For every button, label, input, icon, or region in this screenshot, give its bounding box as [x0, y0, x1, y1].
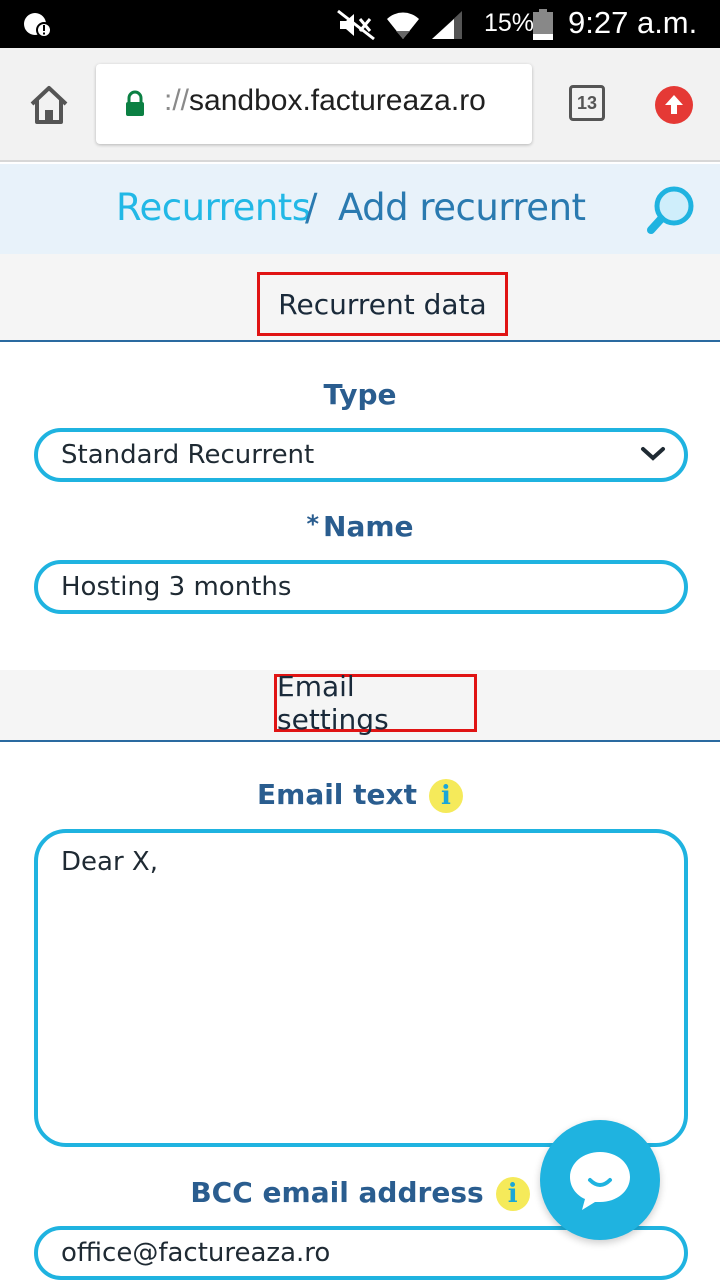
address-bar[interactable]: ://sandbox.factureaza.ro	[96, 64, 532, 144]
name-input[interactable]: Hosting 3 months	[34, 560, 688, 614]
email-text-textarea[interactable]: Dear X,	[34, 829, 688, 1147]
home-icon[interactable]	[26, 82, 72, 128]
battery-icon	[533, 9, 553, 40]
name-input-value: Hosting 3 months	[61, 572, 292, 602]
info-icon[interactable]: i	[495, 1177, 530, 1211]
info-icon[interactable]: i	[428, 779, 463, 813]
bcc-label-text: BCC email address	[190, 1176, 484, 1209]
section-email-settings: Email settings	[0, 670, 720, 742]
email-text-label-text: Email text	[257, 778, 417, 811]
breadcrumb-recurrents-link[interactable]: Recurrents	[116, 186, 311, 229]
chat-icon	[570, 1152, 630, 1210]
url-scheme: ://	[164, 84, 190, 117]
type-label: Type	[0, 378, 720, 411]
url-text: ://sandbox.factureaza.ro	[164, 84, 486, 118]
type-label-text: Type	[323, 378, 397, 411]
section-recurrent-data: Recurrent data	[0, 254, 720, 342]
section-title-recurrent-data: Recurrent data	[257, 272, 508, 336]
search-icon[interactable]	[646, 184, 698, 236]
section-title-email-settings: Email settings	[274, 670, 477, 736]
signal-icon	[432, 11, 462, 39]
page-title: Add recurrent	[338, 186, 586, 229]
battery-percent: 15%	[484, 9, 535, 37]
email-text-label: Email text i	[0, 778, 720, 813]
email-text-value: Dear X,	[61, 847, 158, 877]
alert-icon	[24, 13, 52, 38]
lock-icon	[126, 90, 144, 116]
bcc-email-value: office@factureaza.ro	[61, 1238, 331, 1268]
chat-button[interactable]	[540, 1120, 660, 1240]
name-label: * Name	[0, 510, 720, 543]
mute-icon	[337, 9, 375, 41]
type-select-value: Standard Recurrent	[61, 440, 315, 470]
chevron-down-icon	[641, 447, 665, 461]
clock: 9:27 a.m.	[568, 5, 698, 40]
required-mark: *	[306, 510, 320, 538]
breadcrumb: Recurrents / Add recurrent	[0, 164, 720, 254]
wifi-icon	[387, 12, 419, 40]
breadcrumb-separator: /	[305, 186, 318, 229]
update-icon[interactable]	[655, 86, 693, 124]
name-label-text: Name	[323, 510, 414, 543]
status-bar: 15% 9:27 a.m.	[0, 0, 720, 48]
browser-toolbar: ://sandbox.factureaza.ro 13	[0, 48, 720, 162]
url-host: sandbox.factureaza.ro	[189, 84, 486, 117]
type-select[interactable]: Standard Recurrent	[34, 428, 688, 482]
tabs-icon[interactable]: 13	[569, 85, 605, 121]
